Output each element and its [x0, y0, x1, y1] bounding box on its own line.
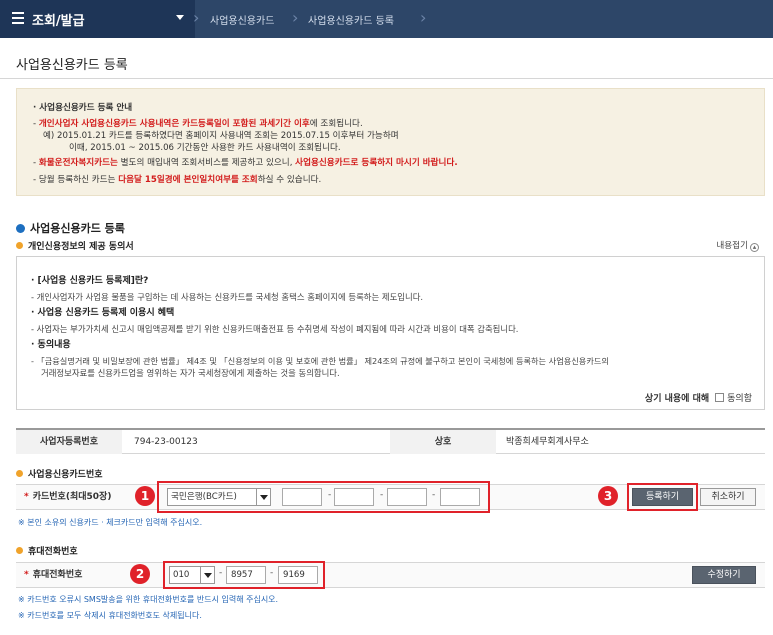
card-note: ※ 본인 소유의 신용카드 · 체크카드만 입력해 주십시오.: [18, 518, 203, 527]
breadcrumb-separator-icon: ›: [292, 8, 299, 27]
notice-box: · 사업용신용카드 등록 안내 - 개인사업자 사업용신용카드 사용내역은 카드…: [16, 88, 765, 196]
menu-title[interactable]: 조회/발급: [32, 10, 85, 29]
agree-prefix: 상기 내용에 대해: [644, 394, 710, 404]
notice-heading: · 사업용신용카드 등록 안내: [33, 103, 133, 113]
bullet-icon: [16, 242, 23, 249]
phone-prefix-select[interactable]: 010: [169, 566, 215, 584]
phone-row: * 휴대전화번호: [16, 562, 765, 588]
bullet-icon: [16, 224, 25, 233]
breadcrumb-item-register[interactable]: 사업용신용카드 등록: [308, 12, 394, 27]
card-number-input-4[interactable]: [440, 488, 480, 506]
consent-question-2: · 사업용 신용카드 등록제 이용시 혜택: [31, 308, 175, 318]
company-name-value: 박종희세무회계사무소: [506, 437, 589, 447]
card-number-input-1[interactable]: [282, 488, 322, 506]
chevron-down-icon[interactable]: [176, 15, 184, 20]
consent-question-1: · [사업용 신용카드 등록제]란?: [31, 276, 149, 286]
card-number-input-3[interactable]: [387, 488, 427, 506]
breadcrumb-item-card[interactable]: 사업용신용카드: [210, 12, 274, 27]
notice-line-1: - 개인사업자 사업용신용카드 사용내역은 카드등록일이 포함된 과세기간 이후…: [33, 119, 363, 129]
consent-answer-3a: - 「금융실명거래 및 비밀보장에 관한 법률」 제4조 및 「신용정보의 이용…: [31, 356, 609, 366]
section-title: 사업용신용카드 등록: [16, 220, 125, 236]
collapse-toggle[interactable]: 내용접기 ▴: [716, 239, 759, 252]
notice-line-5: - 당월 등록하신 카드는 다음달 15일경에 본인일치여부를 조회하실 수 있…: [33, 175, 322, 185]
card-number-label: * 카드번호(최대50장): [24, 492, 112, 502]
consent-answer-2: - 사업자는 부가가치세 신고시 매입액공제를 받기 위한 신용카드매출전표 등…: [31, 324, 519, 334]
consent-answer-3b: 거래정보자료를 신용카드업을 영위하는 자가 국세청장에게 제출하는 것을 동의…: [41, 368, 340, 378]
consent-answer-1: - 개인사업자가 사업용 물품을 구입하는 데 사용하는 신용카드를 국세청 홈…: [31, 292, 424, 302]
menu-dropdown[interactable]: 조회/발급: [0, 0, 195, 38]
chevron-down-icon[interactable]: [200, 567, 214, 583]
business-number-label: 사업자등록번호: [16, 430, 122, 454]
phone-note-1: ※ 카드번호 오류시 SMS발송을 위한 휴대전화번호를 반드시 입력해 주십시…: [18, 595, 279, 604]
card-company-select[interactable]: 국민은행(BC카드): [167, 488, 271, 506]
consent-question-3: · 동의내용: [31, 340, 71, 350]
dash-separator: -: [380, 490, 384, 500]
consent-box: · [사업용 신용카드 등록제]란? - 개인사업자가 사업용 물품을 구입하는…: [16, 256, 765, 410]
divider: [0, 78, 773, 79]
phone-label: * 휴대전화번호: [24, 570, 83, 580]
card-section-title: 사업용신용카드번호: [16, 467, 103, 480]
agree-checkbox[interactable]: [715, 393, 725, 402]
edit-phone-button[interactable]: 수정하기: [692, 566, 756, 584]
bullet-icon: [16, 547, 23, 554]
dash-separator: -: [270, 568, 274, 578]
page-title: 사업용신용카드 등록: [16, 58, 128, 73]
notice-line-4: - 화물운전자복지카드는 별도의 매입내역 조회서비스를 제공하고 있으니, 사…: [33, 158, 458, 168]
step-badge-1: 1: [135, 486, 155, 506]
agree-label[interactable]: 동의함: [727, 394, 752, 404]
register-button[interactable]: 등록하기: [632, 488, 693, 506]
consent-title: 개인신용정보의 제공 동의서: [16, 239, 134, 252]
step-badge-2: 2: [130, 564, 150, 584]
dash-separator: -: [219, 568, 223, 578]
company-name-label: 상호: [390, 430, 496, 454]
step-badge-3: 3: [598, 486, 618, 506]
breadcrumb-separator-icon: ›: [193, 8, 200, 27]
phone-input-middle[interactable]: 8957: [226, 566, 266, 584]
phone-input-last[interactable]: 9169: [278, 566, 318, 584]
bullet-icon: [16, 470, 23, 477]
top-navigation-bar: 조회/발급 › 사업용신용카드 › 사업용신용카드 등록 ›: [0, 0, 773, 38]
collapse-icon[interactable]: ▴: [750, 243, 759, 252]
card-number-input-2[interactable]: [334, 488, 374, 506]
business-info-table: 사업자등록번호 794-23-00123 상호 박종희세무회계사무소: [16, 428, 765, 454]
chevron-down-icon[interactable]: [256, 489, 270, 505]
dash-separator: -: [432, 490, 436, 500]
cancel-button[interactable]: 취소하기: [700, 488, 756, 506]
breadcrumb-separator-icon: ›: [420, 8, 427, 27]
phone-section-title: 휴대전화번호: [16, 544, 78, 557]
notice-line-3: 이때, 2015.01 ~ 2015.06 기간동안 사용한 카드 사용내역이 …: [69, 143, 341, 153]
notice-line-2: 예) 2015.01.21 카드를 등록하였다면 홈페이지 사용내역 조회는 2…: [43, 131, 399, 141]
business-number-value: 794-23-00123: [134, 437, 198, 447]
agree-row: 상기 내용에 대해 동의함: [645, 391, 752, 404]
phone-note-2: ※ 카드번호를 모두 삭제시 휴대전화번호도 삭제됩니다.: [18, 611, 202, 620]
hamburger-icon[interactable]: [12, 12, 24, 24]
dash-separator: -: [328, 490, 332, 500]
